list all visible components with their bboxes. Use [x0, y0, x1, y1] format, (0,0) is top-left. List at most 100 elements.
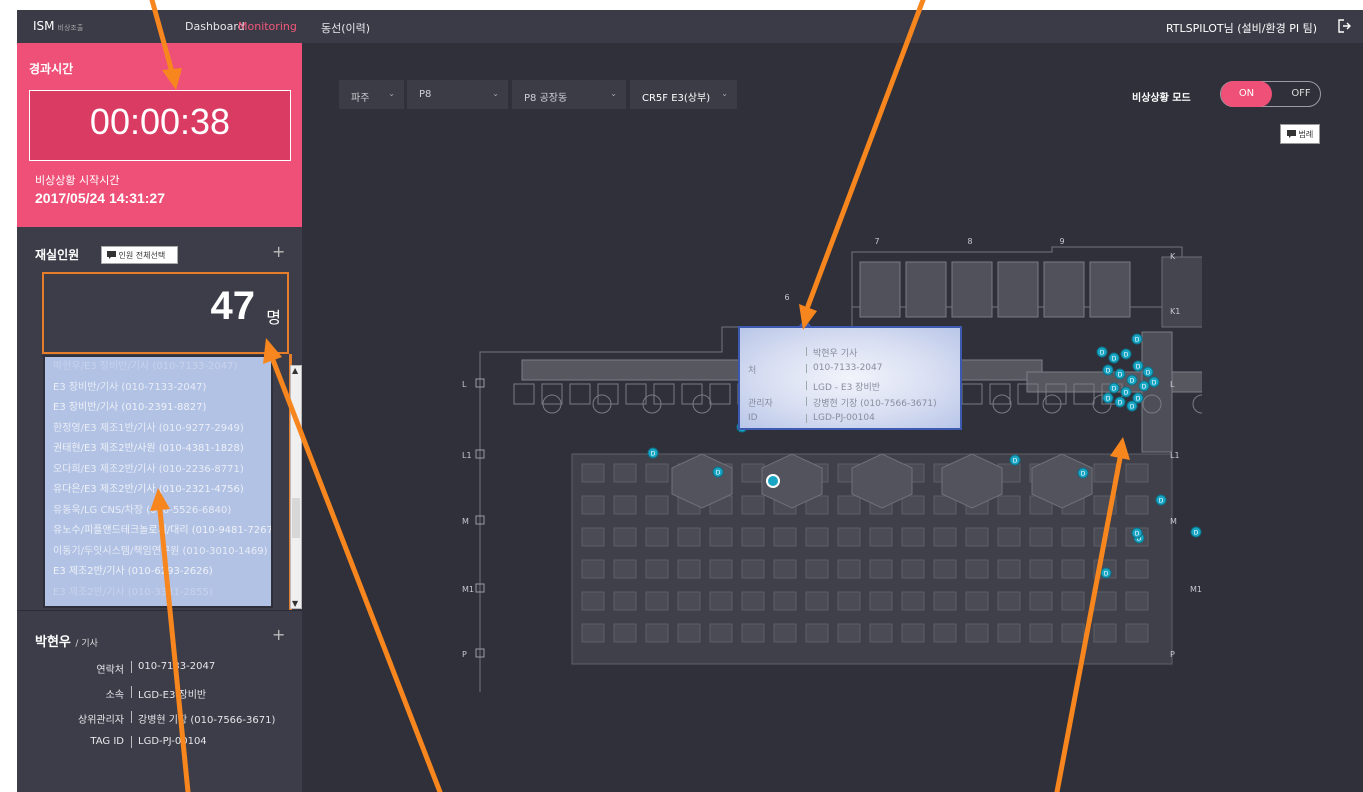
tag-marker-letter: D	[1106, 368, 1111, 375]
people-list[interactable]: 박현우/E3 장비반/기사 (010-7133-2047) E3 장비반/기사 …	[43, 355, 273, 608]
tag-marker[interactable]: D	[1131, 333, 1143, 345]
tag-marker[interactable]: D	[1009, 454, 1021, 466]
list-item[interactable]: 유동욱/LG CNS/차장 (010-5526-6840)	[45, 501, 271, 522]
detail-expand-plus-icon[interactable]: +	[272, 625, 285, 644]
floor-plan-map[interactable]: 22a33a44a566a77a88a99a10116789LL1MM1PKK1…	[442, 232, 1202, 692]
emergency-mode-toggle[interactable]: ON OFF	[1220, 81, 1321, 107]
equipment-block	[997, 261, 1039, 318]
nav-monitoring[interactable]: Monitoring	[238, 20, 297, 33]
list-item[interactable]: 권태현/E3 제조2반/사원 (010-4381-1828)	[45, 439, 271, 460]
top-navigation-bar: ISM 비상조출 Dashboard Monitoring 동선(이력) RTLS…	[17, 10, 1363, 43]
selected-tag-marker[interactable]	[766, 474, 780, 488]
scroll-thumb[interactable]	[292, 498, 300, 538]
equipment-block	[997, 495, 1021, 515]
select-all-people-button[interactable]: 인원 전체선택	[101, 246, 178, 264]
equipment-block	[905, 261, 947, 318]
toggle-on[interactable]: ON	[1221, 81, 1272, 107]
nav-movement-history[interactable]: 동선(이력)	[321, 20, 370, 36]
plant-dropdown[interactable]: P8 ⌄	[407, 80, 508, 109]
equipment-block	[997, 559, 1021, 579]
tag-marker[interactable]: D	[1108, 352, 1120, 364]
tag-marker[interactable]: D	[1126, 374, 1138, 386]
detail-tag-label: TAG ID	[90, 736, 124, 747]
app-logo[interactable]: ISM 비상조출	[33, 19, 83, 33]
tag-marker[interactable]: D	[1132, 360, 1144, 372]
tag-marker[interactable]: D	[1114, 368, 1126, 380]
tag-marker-letter: D	[1135, 531, 1140, 538]
inside-expand-plus-icon[interactable]: +	[272, 242, 285, 261]
tag-marker[interactable]: D	[1155, 494, 1167, 506]
nav-dashboard[interactable]: Dashboard	[185, 20, 245, 33]
tag-marker[interactable]: D	[1096, 346, 1108, 358]
floor-dropdown[interactable]: CR5F E3(상부) ⌄	[630, 80, 737, 109]
tag-marker-letter: D	[1136, 396, 1141, 403]
toggle-off[interactable]: OFF	[1281, 82, 1321, 106]
equipment-block	[1141, 331, 1173, 453]
equipment-block	[613, 623, 637, 643]
equipment-block	[997, 527, 1021, 547]
tag-marker[interactable]: D	[712, 466, 724, 478]
chat-icon	[107, 251, 116, 259]
equipment-block	[645, 623, 669, 643]
equipment-block	[513, 383, 535, 405]
tag-marker[interactable]: D	[1126, 400, 1138, 412]
tag-marker[interactable]: D	[1190, 526, 1202, 538]
people-list-scrollbar[interactable]: ▲ ▼	[290, 365, 302, 609]
list-item[interactable]: 유노수/피플앤드테크놀로지/대리 (010-9481-7267)	[45, 521, 271, 542]
tag-marker[interactable]: D	[1108, 382, 1120, 394]
equipment-block	[677, 591, 701, 611]
tag-marker[interactable]: D	[1077, 467, 1089, 479]
tag-marker[interactable]: D	[1148, 376, 1160, 388]
tag-marker[interactable]: D	[1120, 348, 1132, 360]
legend-button[interactable]: 범례	[1280, 124, 1320, 144]
scroll-up-icon[interactable]: ▲	[292, 366, 298, 375]
building-dropdown[interactable]: P8 공장동 ⌄	[512, 80, 626, 109]
list-item[interactable]: E3 장비반/기사 (010-2391-8827)	[45, 398, 271, 419]
list-item[interactable]: 오다희/E3 제조2반/기사 (010-2236-8771)	[45, 460, 271, 481]
detail-contact-label: 연락처	[96, 665, 124, 676]
list-item[interactable]: 한정영/E3 제조1반/기사 (010-9277-2949)	[45, 419, 271, 440]
person-tooltip: 박현우 기사 처 010-7133-2047 LGD - E3 장비반 관리자 강병…	[738, 319, 962, 430]
list-item[interactable]: 박현우/E3 장비반/기사 (010-7133-2047)	[45, 357, 271, 378]
grid-row-label: L	[1170, 380, 1175, 389]
site-dropdown-value: 파주	[351, 93, 370, 104]
list-item[interactable]: 유다은/E3 제조2반/기사 (010-2321-4756)	[45, 480, 271, 501]
tag-marker[interactable]: D	[1138, 380, 1150, 392]
equipment-block	[1093, 463, 1117, 483]
equipment-block	[1125, 591, 1149, 611]
equipment-block	[837, 591, 861, 611]
equipment-block	[901, 495, 925, 515]
equipment-block	[997, 623, 1021, 643]
chevron-down-icon: ⌄	[721, 89, 728, 98]
list-item[interactable]: E3 제조2반/기사 (010-6293-2626)	[45, 562, 271, 583]
site-dropdown[interactable]: 파주 ⌄	[339, 80, 404, 109]
list-item[interactable]: E3 장비반/기사 (010-7133-2047)	[45, 378, 271, 399]
tag-marker-letter: D	[1146, 370, 1151, 377]
tag-marker[interactable]: D	[1100, 567, 1112, 579]
tag-marker-letter: D	[1112, 356, 1117, 363]
tag-marker[interactable]: D	[1102, 364, 1114, 376]
equipment-block	[1093, 623, 1117, 643]
equipment-block	[677, 623, 701, 643]
tag-marker[interactable]: D	[1142, 366, 1154, 378]
equipment-block	[933, 527, 957, 547]
chevron-down-icon: ⌄	[492, 89, 499, 98]
tag-marker[interactable]: D	[647, 447, 659, 459]
tag-marker[interactable]: D	[1131, 527, 1143, 539]
tooltip-value: 박현우 기사	[813, 349, 858, 359]
tag-marker[interactable]: D	[1102, 392, 1114, 404]
tag-marker[interactable]: D	[1114, 396, 1126, 408]
scroll-down-icon[interactable]: ▼	[292, 599, 298, 608]
select-all-label: 인원 전체선택	[118, 251, 166, 260]
tooltip-value: LGD - E3 장비반	[813, 383, 881, 393]
list-item[interactable]: E3 제조2반/기사 (010-3331-2855)	[45, 583, 271, 604]
logout-icon[interactable]	[1337, 18, 1351, 34]
grid-row-label: M1	[1190, 585, 1202, 594]
tag-marker[interactable]: D	[1120, 386, 1132, 398]
user-info: RTLSPILOT님 (설비/환경 PI 팀)	[1165, 22, 1317, 35]
equipment-block	[773, 527, 797, 547]
list-item[interactable]: 이동기/두잇시스템/책임연구원 (010-3010-1469)	[45, 542, 271, 563]
detail-org-label: 소속	[105, 690, 124, 701]
equipment-block	[613, 495, 637, 515]
tag-marker-letter: D	[1106, 396, 1111, 403]
